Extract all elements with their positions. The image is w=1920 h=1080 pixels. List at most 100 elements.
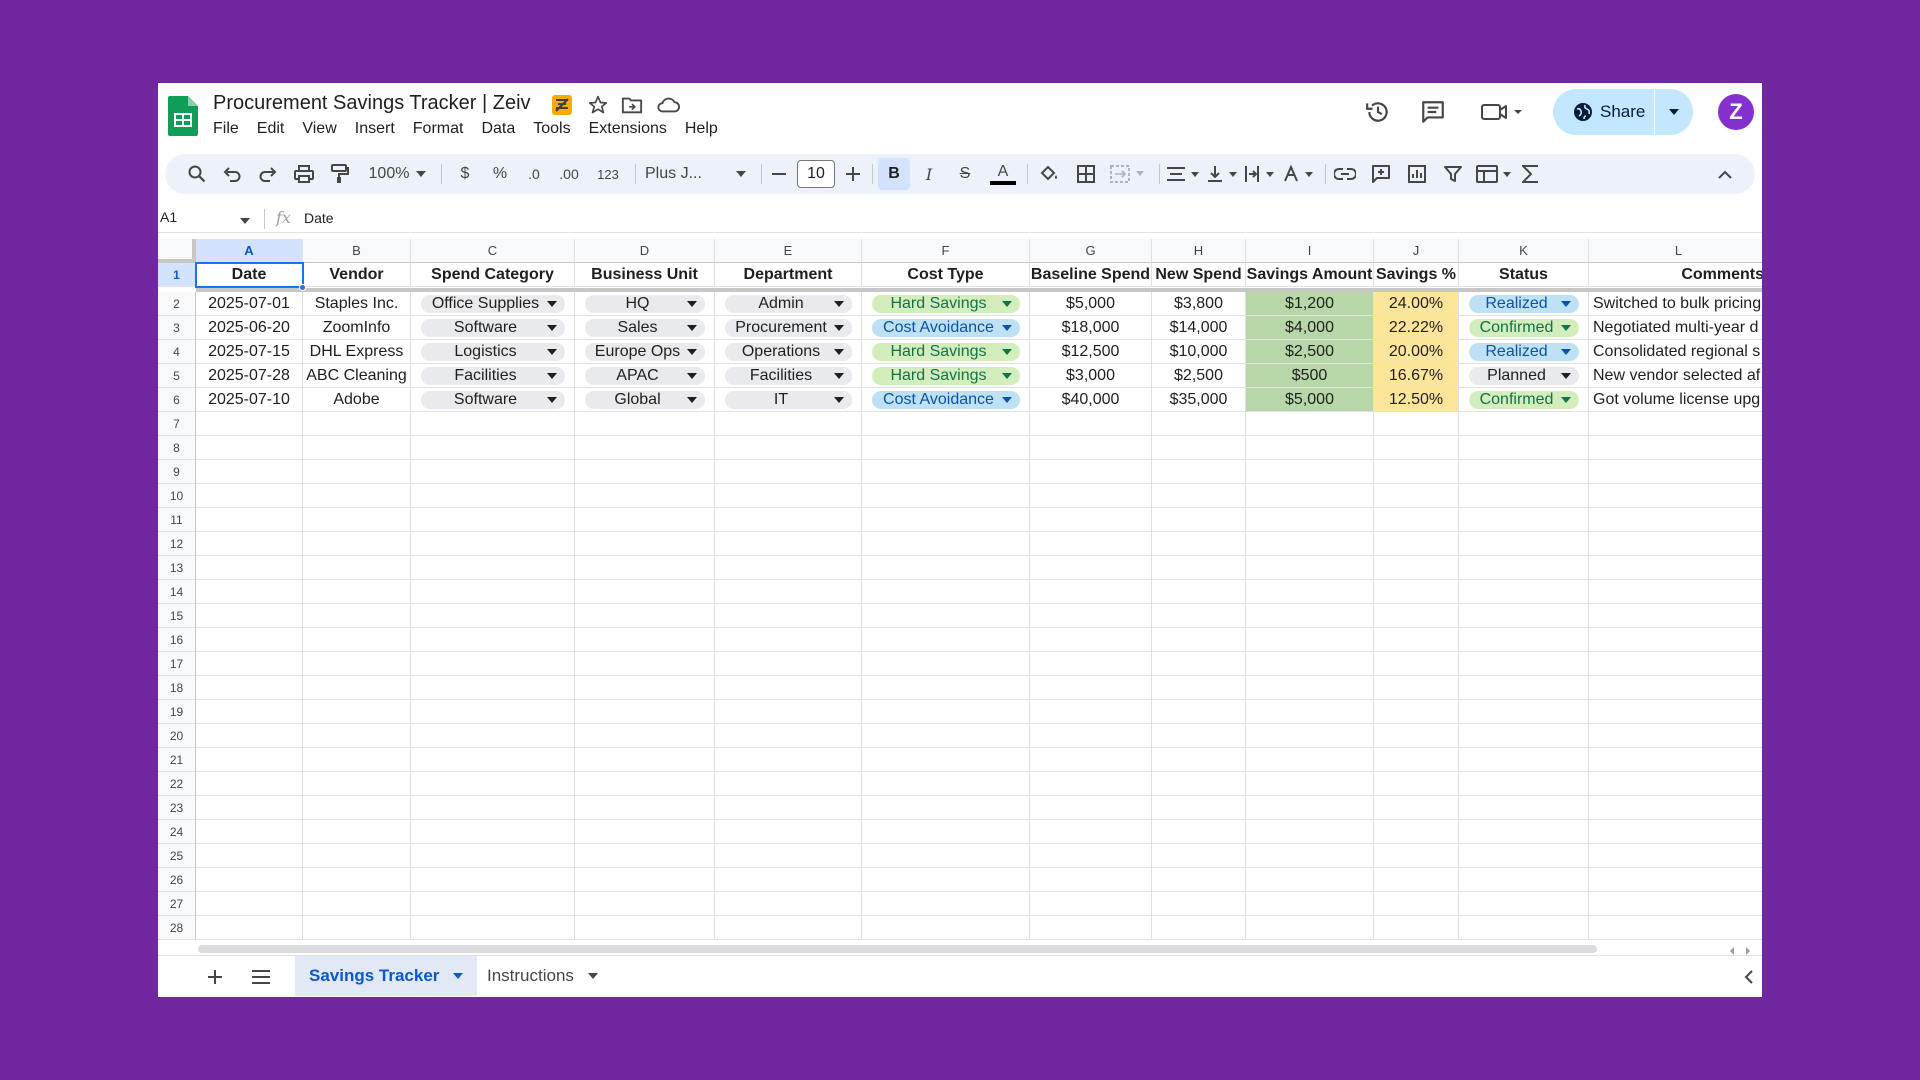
data-cell[interactable]: $2,500 bbox=[1246, 340, 1374, 364]
font-caret-icon[interactable] bbox=[735, 162, 747, 186]
empty-cell[interactable] bbox=[575, 868, 715, 892]
empty-cell[interactable] bbox=[411, 892, 575, 916]
empty-cell[interactable] bbox=[1374, 796, 1459, 820]
empty-cell[interactable] bbox=[1030, 484, 1152, 508]
empty-cell[interactable] bbox=[1246, 796, 1374, 820]
empty-cell[interactable] bbox=[1459, 580, 1589, 604]
data-cell[interactable]: 12.50% bbox=[1374, 388, 1459, 412]
chip-caret-icon[interactable] bbox=[1560, 396, 1571, 403]
empty-cell[interactable] bbox=[1374, 772, 1459, 796]
empty-cell[interactable] bbox=[1030, 460, 1152, 484]
chip-caret-icon[interactable] bbox=[546, 324, 557, 331]
menu-format[interactable]: Format bbox=[413, 120, 464, 138]
font-family-select[interactable]: Plus J... bbox=[645, 162, 725, 186]
row-header[interactable]: 5 bbox=[158, 364, 196, 388]
empty-cell[interactable] bbox=[196, 772, 303, 796]
empty-cell[interactable] bbox=[411, 556, 575, 580]
empty-cell[interactable] bbox=[303, 460, 411, 484]
empty-cell[interactable] bbox=[303, 580, 411, 604]
chip-caret-icon[interactable] bbox=[833, 396, 844, 403]
data-cell[interactable]: HQ bbox=[575, 292, 715, 316]
dropdown-chip[interactable]: Facilities bbox=[420, 366, 565, 385]
empty-cell[interactable] bbox=[575, 772, 715, 796]
empty-cell[interactable] bbox=[1589, 556, 1762, 580]
empty-cell[interactable] bbox=[1589, 892, 1762, 916]
empty-cell[interactable] bbox=[1459, 460, 1589, 484]
header-cell[interactable]: Department bbox=[715, 263, 862, 287]
empty-cell[interactable] bbox=[1246, 604, 1374, 628]
empty-cell[interactable] bbox=[1152, 436, 1246, 460]
dropdown-chip[interactable]: Europe Ops bbox=[584, 342, 705, 361]
dropdown-chip[interactable]: Hard Savings bbox=[871, 366, 1020, 385]
empty-cell[interactable] bbox=[862, 820, 1030, 844]
data-cell[interactable]: Global bbox=[575, 388, 715, 412]
empty-cell[interactable] bbox=[1589, 820, 1762, 844]
empty-cell[interactable] bbox=[1152, 652, 1246, 676]
row-header[interactable]: 28 bbox=[158, 916, 196, 940]
all-sheets-menu-icon[interactable] bbox=[246, 962, 276, 992]
dropdown-chip[interactable]: HQ bbox=[584, 294, 705, 313]
text-color-button[interactable]: A bbox=[989, 162, 1017, 186]
chip-caret-icon[interactable] bbox=[546, 348, 557, 355]
empty-cell[interactable] bbox=[1246, 484, 1374, 508]
empty-cell[interactable] bbox=[1246, 748, 1374, 772]
row-header[interactable]: 8 bbox=[158, 436, 196, 460]
empty-cell[interactable] bbox=[1459, 484, 1589, 508]
data-cell[interactable]: Sales bbox=[575, 316, 715, 340]
empty-cell[interactable] bbox=[196, 676, 303, 700]
empty-cell[interactable] bbox=[411, 724, 575, 748]
chip-caret-icon[interactable] bbox=[1560, 372, 1571, 379]
empty-cell[interactable] bbox=[1246, 460, 1374, 484]
row-header[interactable]: 3 bbox=[158, 316, 196, 340]
empty-cell[interactable] bbox=[411, 436, 575, 460]
move-folder-icon[interactable] bbox=[620, 93, 644, 117]
empty-cell[interactable] bbox=[715, 532, 862, 556]
empty-cell[interactable] bbox=[411, 676, 575, 700]
empty-cell[interactable] bbox=[1589, 436, 1762, 460]
dropdown-chip[interactable]: Hard Savings bbox=[871, 294, 1020, 313]
empty-cell[interactable] bbox=[411, 820, 575, 844]
empty-cell[interactable] bbox=[196, 700, 303, 724]
empty-cell[interactable] bbox=[862, 436, 1030, 460]
empty-cell[interactable] bbox=[1030, 652, 1152, 676]
empty-cell[interactable] bbox=[575, 892, 715, 916]
empty-cell[interactable] bbox=[1246, 820, 1374, 844]
column-header-k[interactable]: K bbox=[1459, 239, 1589, 263]
empty-cell[interactable] bbox=[1374, 436, 1459, 460]
fill-color-icon[interactable] bbox=[1037, 162, 1061, 186]
horizontal-scrollbar[interactable] bbox=[198, 941, 1758, 955]
empty-cell[interactable] bbox=[862, 844, 1030, 868]
empty-cell[interactable] bbox=[1152, 460, 1246, 484]
row-header[interactable]: 6 bbox=[158, 388, 196, 412]
empty-cell[interactable] bbox=[862, 508, 1030, 532]
data-cell[interactable]: Facilities bbox=[411, 364, 575, 388]
empty-cell[interactable] bbox=[715, 460, 862, 484]
empty-cell[interactable] bbox=[862, 676, 1030, 700]
empty-cell[interactable] bbox=[1374, 580, 1459, 604]
table-view-icon[interactable] bbox=[1475, 162, 1515, 186]
header-cell[interactable]: Business Unit bbox=[575, 263, 715, 287]
name-box-caret-icon[interactable] bbox=[240, 211, 250, 229]
data-cell[interactable]: Adobe bbox=[303, 388, 411, 412]
empty-cell[interactable] bbox=[1152, 700, 1246, 724]
chip-caret-icon[interactable] bbox=[1001, 372, 1012, 379]
strikethrough-button[interactable]: S bbox=[953, 162, 977, 186]
empty-cell[interactable] bbox=[1459, 868, 1589, 892]
empty-cell[interactable] bbox=[1589, 460, 1762, 484]
increase-decimal-button[interactable]: .00 bbox=[555, 162, 583, 186]
empty-cell[interactable] bbox=[1030, 556, 1152, 580]
dropdown-chip[interactable]: Confirmed bbox=[1468, 318, 1579, 337]
sheet-tab-caret-icon[interactable] bbox=[453, 973, 464, 979]
empty-cell[interactable] bbox=[1374, 652, 1459, 676]
header-cell[interactable]: Status bbox=[1459, 263, 1589, 287]
empty-cell[interactable] bbox=[1589, 796, 1762, 820]
chip-caret-icon[interactable] bbox=[546, 396, 557, 403]
empty-cell[interactable] bbox=[1152, 868, 1246, 892]
format-percent-button[interactable]: % bbox=[490, 162, 510, 186]
column-header-e[interactable]: E bbox=[715, 239, 862, 263]
data-cell[interactable]: Switched to bulk pricing bbox=[1589, 292, 1762, 316]
borders-icon[interactable] bbox=[1074, 162, 1098, 186]
empty-cell[interactable] bbox=[862, 628, 1030, 652]
empty-cell[interactable] bbox=[715, 484, 862, 508]
empty-cell[interactable] bbox=[411, 772, 575, 796]
